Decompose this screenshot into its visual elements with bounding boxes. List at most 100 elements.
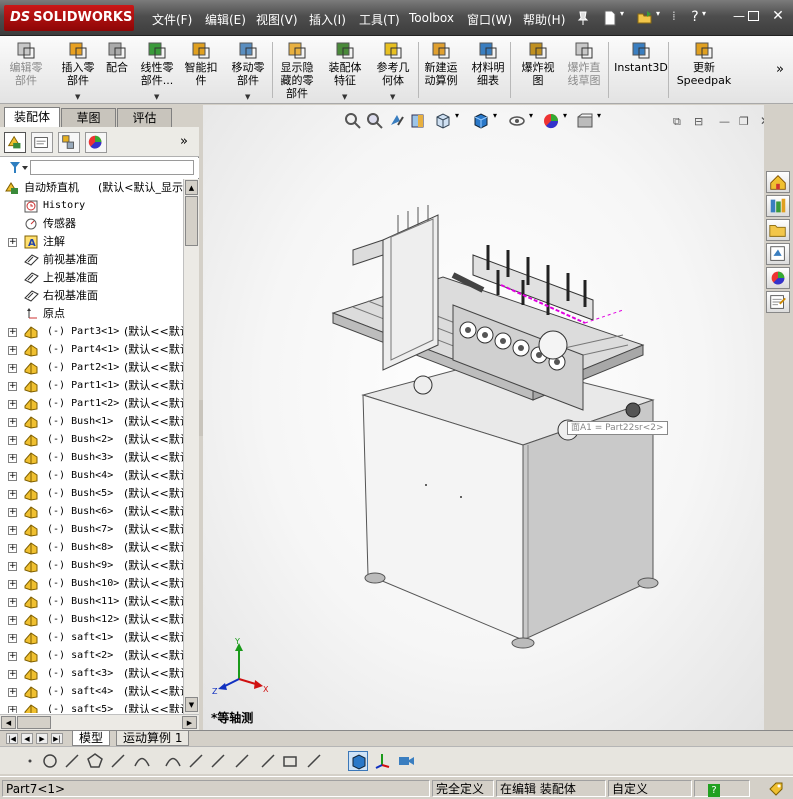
cmd-speedpak-button[interactable]: 更新 Speedpak: [676, 39, 732, 101]
tree-root[interactable]: 自动矫直机 (默认<默认_显示: [0, 179, 183, 197]
extend-icon[interactable]: [186, 751, 206, 771]
tree-item-component[interactable]: + (-) Part2<1> (默认<<默认: [0, 359, 183, 377]
reference-triad-icon[interactable]: [372, 751, 392, 771]
expand-toggle-icon[interactable]: +: [8, 508, 17, 517]
cmd-bom-button[interactable]: 材料明 细表: [468, 39, 508, 101]
cmd-edit-component-button[interactable]: 编辑零 部件: [4, 39, 48, 101]
close-icon[interactable]: ✕: [771, 9, 785, 23]
expand-toggle-icon[interactable]: +: [8, 472, 17, 481]
configuration-manager-icon[interactable]: [58, 132, 80, 153]
menu-toolbox[interactable]: Toolbox: [409, 11, 454, 25]
cmd-move-component-button[interactable]: 移动零 部件 ▼: [226, 39, 270, 101]
scroll-left-icon[interactable]: ◀: [1, 716, 16, 729]
open-folder-icon[interactable]: [636, 9, 654, 27]
expand-toggle-icon[interactable]: +: [8, 688, 17, 697]
tree-item-component[interactable]: + (-) Bush<9> (默认<<默认: [0, 557, 183, 575]
tree-item-component[interactable]: + (-) Bush<12> (默认<<默认: [0, 611, 183, 629]
expand-toggle-icon[interactable]: +: [8, 706, 17, 713]
tree-item-component[interactable]: + (-) saft<5> (默认<<默认: [0, 701, 183, 713]
tree-vertical-scrollbar[interactable]: ▲ ▼: [183, 179, 199, 714]
new-dropdown-icon[interactable]: ▾: [620, 9, 628, 27]
apply-scene-icon[interactable]: [575, 111, 595, 131]
tab-next-icon[interactable]: ▶: [36, 733, 48, 744]
expand-toggle-icon[interactable]: +: [8, 364, 17, 373]
tree-item-plane[interactable]: 上视基准面: [0, 269, 183, 287]
menu-tools[interactable]: 工具(T): [359, 11, 400, 28]
pin-icon[interactable]: [574, 9, 592, 27]
rectangle-icon[interactable]: [280, 751, 300, 771]
h-scroll-thumb[interactable]: [17, 716, 51, 729]
cmd-explode-line-sketch-button[interactable]: 爆炸直 线草图: [562, 39, 606, 101]
zoom-to-fit-icon[interactable]: [343, 111, 363, 131]
expand-toggle-icon[interactable]: +: [8, 400, 17, 409]
dropdown-icon[interactable]: ▼: [390, 93, 395, 101]
tree-item-component[interactable]: + (-) saft<1> (默认<<默认: [0, 629, 183, 647]
tree-item-history[interactable]: History: [0, 197, 183, 215]
tab-prev-icon[interactable]: ◀: [21, 733, 33, 744]
cmd-mate-button[interactable]: 配合: [102, 39, 132, 101]
expand-toggle-icon[interactable]: +: [8, 634, 17, 643]
dropdown-icon[interactable]: ▼: [154, 93, 159, 101]
solidworks-logo[interactable]: DS SOLIDWORKS: [4, 5, 134, 31]
scroll-right-icon[interactable]: ▶: [182, 716, 197, 729]
dropdown-icon[interactable]: ▼: [342, 93, 347, 101]
scroll-up-icon[interactable]: ▲: [185, 180, 198, 195]
tab-assembly[interactable]: 装配体: [4, 107, 60, 127]
circle-icon[interactable]: [40, 751, 60, 771]
expand-toggle-icon[interactable]: +: [8, 616, 17, 625]
viewport-restore-icon[interactable]: ⧉: [673, 115, 681, 129]
more-commands-icon[interactable]: »: [776, 62, 784, 77]
graphics-restore-icon[interactable]: ❐: [739, 115, 749, 128]
view-orientation-icon[interactable]: [433, 111, 453, 131]
tree-item-component[interactable]: + (-) Part1<1> (默认<<默认: [0, 377, 183, 395]
previous-view-icon[interactable]: [387, 111, 407, 131]
hide-show-items-icon[interactable]: [507, 111, 527, 131]
cmd-show-hidden-button[interactable]: 显示隐 藏的零 部件: [276, 39, 318, 101]
chamfer-icon[interactable]: [208, 751, 228, 771]
tree-item-component[interactable]: + (-) Bush<5> (默认<<默认: [0, 485, 183, 503]
center-line-icon[interactable]: [304, 751, 324, 771]
menu-edit[interactable]: 编辑(E): [205, 11, 246, 28]
display-style-icon[interactable]: [348, 751, 368, 771]
expand-toggle-icon[interactable]: +: [8, 580, 17, 589]
expand-toggle-icon[interactable]: +: [8, 670, 17, 679]
tree-item-plane[interactable]: 前视基准面: [0, 251, 183, 269]
open-dropdown-icon[interactable]: ▾: [656, 9, 664, 27]
expand-toggle-icon[interactable]: +: [8, 346, 17, 355]
expand-toggle-icon[interactable]: +: [8, 562, 17, 571]
scroll-down-icon[interactable]: ▼: [185, 697, 198, 712]
arc-icon[interactable]: [132, 751, 152, 771]
scene-dropdown-icon[interactable]: ▾: [597, 111, 605, 131]
tab-sketch[interactable]: 草图: [61, 108, 116, 127]
new-document-icon[interactable]: [601, 9, 619, 27]
point-icon[interactable]: [20, 751, 40, 771]
edit-appearance-icon[interactable]: [541, 111, 561, 131]
tree-item-component[interactable]: + (-) Bush<7> (默认<<默认: [0, 521, 183, 539]
status-units[interactable]: 自定义: [608, 780, 692, 797]
graphics-minimize-icon[interactable]: —: [719, 115, 730, 128]
tree-item-component[interactable]: + (-) saft<2> (默认<<默认: [0, 647, 183, 665]
display-style-dropdown-icon[interactable]: ▾: [493, 111, 501, 131]
hide-show-dropdown-icon[interactable]: ▾: [529, 111, 537, 131]
expand-toggle-icon[interactable]: +: [8, 382, 17, 391]
cmd-insert-component-button[interactable]: 插入零 部件 ▼: [58, 39, 98, 101]
tree-item-annotation[interactable]: + A 注解: [0, 233, 183, 251]
feature-manager-icon[interactable]: [4, 132, 26, 153]
tab-model[interactable]: 模型: [72, 731, 111, 746]
expand-toggle-icon[interactable]: +: [8, 418, 17, 427]
filter-input[interactable]: [30, 160, 194, 175]
spline-icon[interactable]: [163, 751, 183, 771]
tree-item-component[interactable]: + (-) saft<3> (默认<<默认: [0, 665, 183, 683]
expand-toggle-icon[interactable]: +: [8, 490, 17, 499]
tag-icon[interactable]: [767, 780, 785, 799]
tab-first-icon[interactable]: |◀: [6, 733, 18, 744]
tree-item-component[interactable]: + (-) Bush<3> (默认<<默认: [0, 449, 183, 467]
tree-item-component[interactable]: + (-) saft<4> (默认<<默认: [0, 683, 183, 701]
menu-view[interactable]: 视图(V): [256, 11, 298, 28]
expand-toggle-icon[interactable]: +: [8, 526, 17, 535]
tree-item-component[interactable]: + (-) Part4<1> (默认<<默认: [0, 341, 183, 359]
cmd-assembly-features-button[interactable]: 装配体 特征 ▼: [324, 39, 366, 101]
tree-item-component[interactable]: + (-) Bush<4> (默认<<默认: [0, 467, 183, 485]
tree-item-component[interactable]: + (-) Bush<8> (默认<<默认: [0, 539, 183, 557]
expand-toggle-icon[interactable]: +: [8, 652, 17, 661]
